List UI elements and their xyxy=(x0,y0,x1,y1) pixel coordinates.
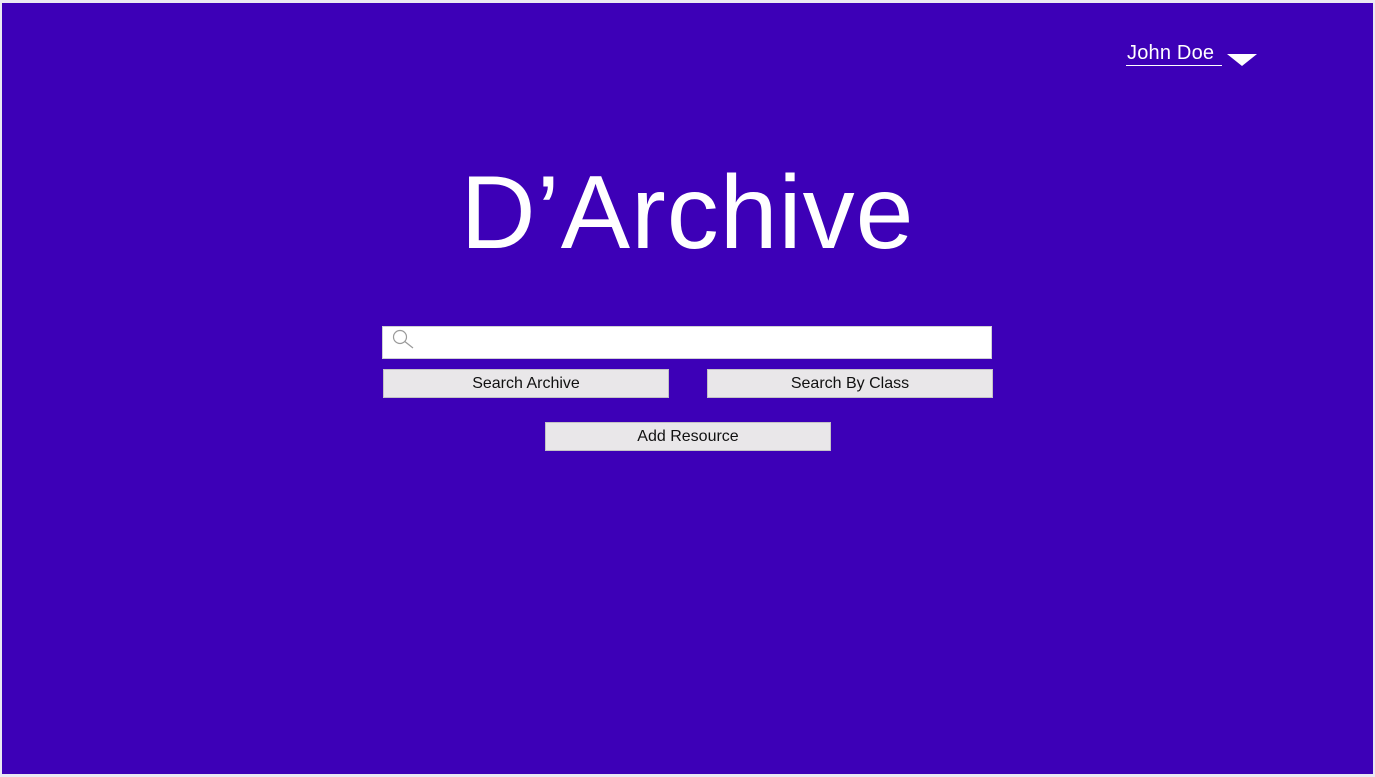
search-bar[interactable] xyxy=(382,326,992,359)
user-name-link[interactable]: John Doe xyxy=(1126,41,1223,66)
app-title: D’Archive xyxy=(460,155,915,271)
user-menu[interactable]: John Doe xyxy=(1126,41,1258,73)
search-archive-button[interactable]: Search Archive xyxy=(383,369,669,398)
search-by-class-button[interactable]: Search By Class xyxy=(707,369,993,398)
search-input[interactable] xyxy=(417,327,991,358)
search-icon xyxy=(383,329,417,356)
home-page: John Doe D’Archive Search Archive Search… xyxy=(2,3,1373,774)
add-resource-button[interactable]: Add Resource xyxy=(545,422,831,451)
caret-down-icon[interactable] xyxy=(1222,41,1258,73)
